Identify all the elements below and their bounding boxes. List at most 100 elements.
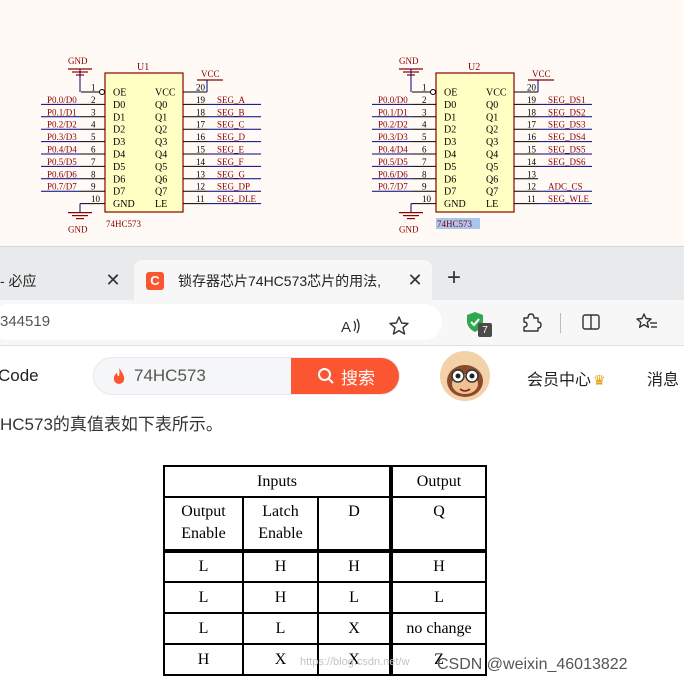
- pin-number: 16: [527, 132, 537, 142]
- net-label: P0.5/D5: [378, 157, 408, 167]
- net-label: SEG_C: [217, 120, 245, 130]
- pin-number: 20: [196, 83, 206, 93]
- address-bar[interactable]: 344519 A: [0, 304, 442, 340]
- pin-name: Q5: [155, 162, 167, 173]
- extensions-puzzle-icon[interactable]: [518, 309, 544, 335]
- pin-number: 19: [527, 95, 537, 105]
- chip-ref: U2: [468, 62, 480, 73]
- search-button[interactable]: 搜索: [291, 358, 399, 394]
- net-label: ADC_CS: [548, 182, 583, 192]
- vip-center-link[interactable]: 会员中心 ♛: [527, 366, 606, 390]
- pin-name: D7: [444, 187, 456, 198]
- pin-number: 9: [422, 182, 427, 192]
- search-box: 搜索: [93, 357, 400, 395]
- pin-name: Q1: [155, 112, 167, 123]
- favorite-star-icon[interactable]: [386, 313, 412, 339]
- pin-number: 16: [196, 132, 206, 142]
- pin-name: Q2: [486, 125, 498, 136]
- pin-name: Q6: [155, 174, 167, 185]
- gnd-label: GND: [399, 225, 419, 235]
- nav-code-link[interactable]: Code: [0, 366, 39, 386]
- table-column-header: D: [317, 496, 392, 552]
- table-cell: H: [242, 581, 319, 614]
- pin-number: 7: [422, 157, 427, 167]
- table-cell: X: [317, 612, 392, 645]
- pin-number: 14: [527, 157, 537, 167]
- vcc-label: VCC: [532, 69, 551, 79]
- browser-tab-strip: - 必应 ✕ C 锁存器芯片74HC573芯片的用法, ✕ +: [0, 246, 684, 301]
- net-label: P0.4/D4: [378, 145, 408, 155]
- read-aloud-icon[interactable]: A: [338, 313, 364, 339]
- pin-number: 5: [422, 132, 427, 142]
- tab-bing[interactable]: - 必应 ✕: [0, 260, 130, 301]
- net-label: SEG_DLE: [217, 194, 256, 204]
- pin-number: 19: [196, 95, 206, 105]
- pin-number: 10: [91, 194, 101, 204]
- pin-name: Q0: [155, 100, 167, 111]
- net-label: P0.3/D3: [47, 132, 77, 142]
- split-screen-icon[interactable]: [578, 309, 604, 335]
- pin-name: Q5: [486, 162, 498, 173]
- table-cell: L: [163, 549, 244, 583]
- tab-title: 锁存器芯片74HC573芯片的用法,: [178, 272, 382, 289]
- net-label: P0.2/D2: [47, 120, 77, 130]
- pin-number: 5: [91, 132, 96, 142]
- table-cell: L: [163, 581, 244, 614]
- pin-name: D4: [113, 150, 125, 161]
- chip-ref: U1: [137, 62, 149, 73]
- table-row: L L X no change: [163, 612, 487, 645]
- table-cell: H: [242, 549, 319, 583]
- pin-name: D6: [444, 174, 456, 185]
- pin-name: D0: [113, 100, 125, 111]
- favorites-icon[interactable]: [634, 309, 660, 335]
- pin-name: D2: [113, 125, 125, 136]
- pin-number: 15: [196, 145, 206, 155]
- toolbar-divider: [560, 313, 561, 333]
- chip-part-number: 74HC573: [106, 219, 142, 229]
- pin-name: D1: [113, 112, 125, 123]
- pin-name: D2: [444, 125, 456, 136]
- pin-number: 4: [422, 120, 427, 130]
- search-button-label: 搜索: [341, 368, 375, 388]
- url-text[interactable]: 344519: [0, 313, 50, 330]
- net-label: SEG_B: [217, 107, 245, 117]
- pin-number: 11: [527, 194, 536, 204]
- pin-name: Q4: [155, 150, 167, 161]
- pin-number: 13: [527, 169, 537, 179]
- net-label: P0.1/D1: [378, 107, 408, 117]
- gnd-label: GND: [68, 56, 88, 66]
- net-label: P0.7/D7: [47, 182, 77, 192]
- net-label: SEG_WLE: [548, 194, 589, 204]
- pin-name: VCC: [486, 88, 507, 99]
- net-label: P0.3/D3: [378, 132, 408, 142]
- pin-number: 7: [91, 157, 96, 167]
- net-label: P0.4/D4: [47, 145, 77, 155]
- net-label: P0.2/D2: [378, 120, 408, 130]
- tab-csdn-article[interactable]: C 锁存器芯片74HC573芯片的用法, ✕: [134, 260, 432, 301]
- pin-name: D3: [444, 137, 456, 148]
- search-input[interactable]: [134, 358, 284, 394]
- table-column-header: Output Enable: [163, 496, 244, 552]
- pin-name: D5: [444, 162, 456, 173]
- table-group-header: Inputs: [163, 465, 392, 498]
- svg-text:A: A: [341, 319, 351, 336]
- pin-number: 17: [527, 120, 537, 130]
- net-label: P0.6/D6: [47, 169, 77, 179]
- pin-number: 1: [91, 83, 96, 93]
- fire-icon: [112, 367, 126, 390]
- messages-link[interactable]: 消息: [647, 366, 679, 390]
- close-tab-icon[interactable]: ✕: [404, 270, 426, 292]
- table-cell: no change: [389, 612, 487, 645]
- close-tab-icon[interactable]: ✕: [102, 270, 124, 292]
- user-avatar[interactable]: [440, 351, 490, 401]
- net-label: P0.0/D0: [378, 95, 408, 105]
- pin-name: D1: [444, 112, 456, 123]
- pin-number: 17: [196, 120, 206, 130]
- new-tab-button[interactable]: +: [440, 264, 468, 292]
- adblock-shield-icon[interactable]: 7: [462, 309, 492, 337]
- pin-name: D6: [113, 174, 125, 185]
- table-cell: L: [389, 581, 487, 614]
- gnd-label: GND: [399, 56, 419, 66]
- pin-number: 20: [527, 83, 537, 93]
- pin-number: 3: [91, 107, 96, 117]
